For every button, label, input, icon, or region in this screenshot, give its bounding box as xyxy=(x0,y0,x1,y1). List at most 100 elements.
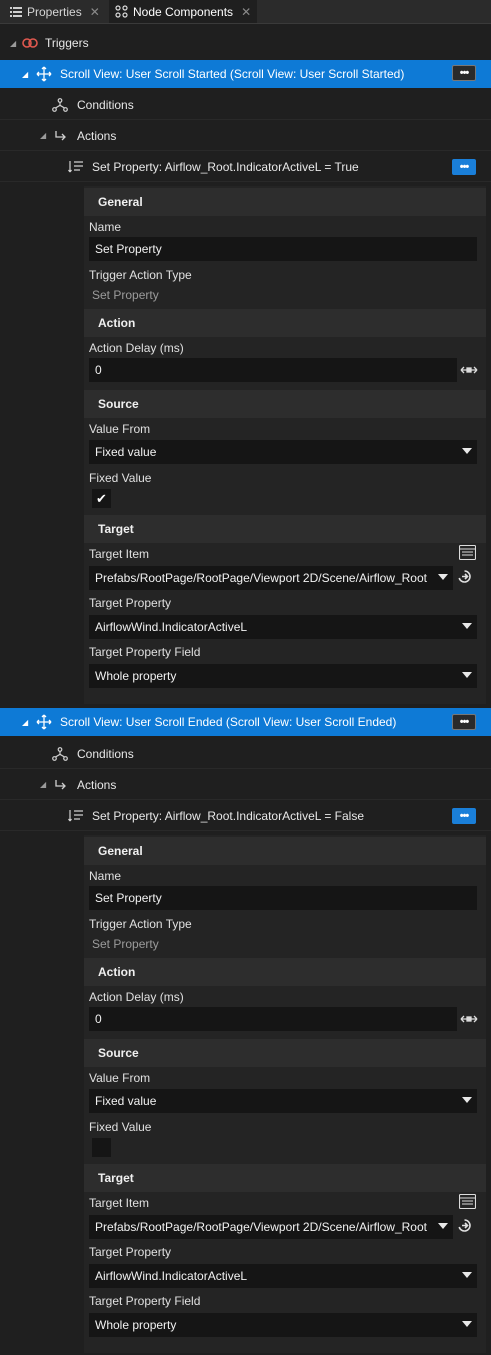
triggers-label: Triggers xyxy=(45,36,89,50)
expand-triangle-icon[interactable]: ◢ xyxy=(40,131,50,140)
expand-triangle-icon[interactable]: ◢ xyxy=(22,718,32,727)
expand-triangle-icon[interactable]: ◢ xyxy=(22,70,32,79)
more-options-button[interactable]: ••• xyxy=(452,65,476,81)
action-title: Set Property: Airflow_Root.IndicatorActi… xyxy=(92,159,359,174)
chevron-down-icon xyxy=(462,1272,472,1278)
chevron-down-icon xyxy=(438,1223,448,1229)
value-from-selected: Fixed value xyxy=(95,1094,157,1108)
value-from-dropdown[interactable]: Fixed value xyxy=(89,440,477,464)
trigger-title: Scroll View: User Scroll Ended (Scroll V… xyxy=(60,715,397,729)
action-row-set-property[interactable]: Set Property: Airflow_Root.IndicatorActi… xyxy=(0,801,491,831)
checkmark-icon: ✔ xyxy=(96,490,107,506)
actions-row[interactable]: ◢ Actions xyxy=(0,121,491,151)
target-property-selected: AirflowWind.IndicatorActiveL xyxy=(95,620,248,634)
drag-adjust-icon[interactable] xyxy=(460,364,478,379)
section-target: Target xyxy=(84,1164,486,1192)
item-picker-icon[interactable] xyxy=(458,544,477,563)
triggers-row[interactable]: ◢ Triggers xyxy=(0,31,491,55)
target-item-dropdown[interactable]: Prefabs/RootPage/RootPage/Viewport 2D/Sc… xyxy=(89,1215,453,1239)
target-property-label: Target Property xyxy=(89,596,172,610)
list-icon xyxy=(10,6,22,17)
tab-label: Node Components xyxy=(133,4,234,19)
action-more-options-button[interactable]: ••• xyxy=(452,159,476,175)
actions-label: Actions xyxy=(77,777,117,792)
fixed-value-checkbox[interactable] xyxy=(92,1138,111,1157)
close-icon[interactable]: ✕ xyxy=(90,5,100,19)
target-property-field-selected: Whole property xyxy=(95,669,177,683)
trigger-action-type-value: Set Property xyxy=(92,937,159,951)
fixed-value-label: Fixed Value xyxy=(89,1120,152,1134)
conditions-icon xyxy=(52,97,68,112)
trigger-header-scroll-ended[interactable]: ◢ Scroll View: User Scroll Ended (Scroll… xyxy=(0,708,491,736)
actions-row[interactable]: ◢ Actions xyxy=(0,770,491,800)
reset-icon[interactable] xyxy=(457,1218,472,1236)
value-from-dropdown[interactable]: Fixed value xyxy=(89,1089,477,1113)
name-input[interactable]: Set Property xyxy=(89,886,477,910)
reset-icon[interactable] xyxy=(457,569,472,587)
tab-node-components[interactable]: Node Components ✕ xyxy=(109,0,258,23)
target-item-dropdown[interactable]: Prefabs/RootPage/RootPage/Viewport 2D/Sc… xyxy=(89,566,453,590)
section-source: Source xyxy=(84,1039,486,1067)
value-from-label: Value From xyxy=(89,422,151,436)
target-property-field-label: Target Property Field xyxy=(89,1294,201,1308)
triggers-icon xyxy=(22,37,38,49)
chevron-down-icon xyxy=(462,1097,472,1103)
fixed-value-checkbox[interactable]: ✔ xyxy=(92,489,111,508)
trigger-action-type-value: Set Property xyxy=(92,288,159,302)
expand-triangle-icon[interactable]: ◢ xyxy=(40,780,50,789)
action-title: Set Property: Airflow_Root.IndicatorActi… xyxy=(92,808,365,823)
chevron-down-icon xyxy=(462,448,472,454)
target-property-label: Target Property xyxy=(89,1245,172,1259)
tab-properties[interactable]: Properties ✕ xyxy=(4,0,106,23)
action-row-set-property[interactable]: Set Property: Airflow_Root.IndicatorActi… xyxy=(0,152,491,182)
conditions-icon xyxy=(52,746,68,761)
target-property-dropdown[interactable]: AirflowWind.IndicatorActiveL xyxy=(89,615,477,639)
trigger-action-type-label: Trigger Action Type xyxy=(89,268,192,282)
action-delay-input[interactable]: 0 xyxy=(89,358,457,382)
section-target: Target xyxy=(84,515,486,543)
target-property-selected: AirflowWind.IndicatorActiveL xyxy=(95,1269,248,1283)
more-options-button[interactable]: ••• xyxy=(452,714,476,730)
actions-arrow-icon xyxy=(54,779,68,791)
drag-adjust-icon[interactable] xyxy=(460,1013,478,1028)
close-icon[interactable]: ✕ xyxy=(241,5,251,19)
action-more-options-button[interactable]: ••• xyxy=(452,808,476,824)
fixed-value-label: Fixed Value xyxy=(89,471,152,485)
target-item-label: Target Item xyxy=(89,1196,150,1210)
action-delay-label: Action Delay (ms) xyxy=(89,990,184,1004)
target-property-field-dropdown[interactable]: Whole property xyxy=(89,1313,477,1337)
conditions-label: Conditions xyxy=(77,97,134,112)
trigger-header-scroll-started[interactable]: ◢ Scroll View: User Scroll Started (Scro… xyxy=(0,60,491,88)
move-arrows-icon xyxy=(36,66,52,82)
value-from-selected: Fixed value xyxy=(95,445,157,459)
name-input[interactable]: Set Property xyxy=(89,237,477,261)
chevron-down-icon xyxy=(462,1321,472,1327)
chevron-down-icon xyxy=(462,672,472,678)
item-picker-icon[interactable] xyxy=(458,1193,477,1212)
name-label: Name xyxy=(89,869,122,883)
name-label: Name xyxy=(89,220,122,234)
target-item-selected: Prefabs/RootPage/RootPage/Viewport 2D/Sc… xyxy=(95,571,427,585)
tab-bar: Properties ✕ Node Components ✕ xyxy=(0,0,491,24)
target-property-dropdown[interactable]: AirflowWind.IndicatorActiveL xyxy=(89,1264,477,1288)
conditions-row[interactable]: Conditions xyxy=(0,739,491,769)
move-arrows-icon xyxy=(36,714,52,730)
target-item-label: Target Item xyxy=(89,547,150,561)
set-property-icon xyxy=(68,809,84,823)
value-from-label: Value From xyxy=(89,1071,151,1085)
expand-triangle-icon[interactable]: ◢ xyxy=(10,39,20,48)
conditions-row[interactable]: Conditions xyxy=(0,90,491,120)
target-property-field-selected: Whole property xyxy=(95,1318,177,1332)
action-delay-input[interactable]: 0 xyxy=(89,1007,457,1031)
section-action: Action xyxy=(84,958,486,986)
set-property-icon xyxy=(68,160,84,174)
action-delay-label: Action Delay (ms) xyxy=(89,341,184,355)
chevron-down-icon xyxy=(438,574,448,580)
target-property-field-dropdown[interactable]: Whole property xyxy=(89,664,477,688)
actions-label: Actions xyxy=(77,128,117,143)
conditions-label: Conditions xyxy=(77,746,134,761)
section-general: General xyxy=(84,188,486,216)
section-general: General xyxy=(84,837,486,865)
chevron-down-icon xyxy=(462,623,472,629)
trigger-action-type-label: Trigger Action Type xyxy=(89,917,192,931)
